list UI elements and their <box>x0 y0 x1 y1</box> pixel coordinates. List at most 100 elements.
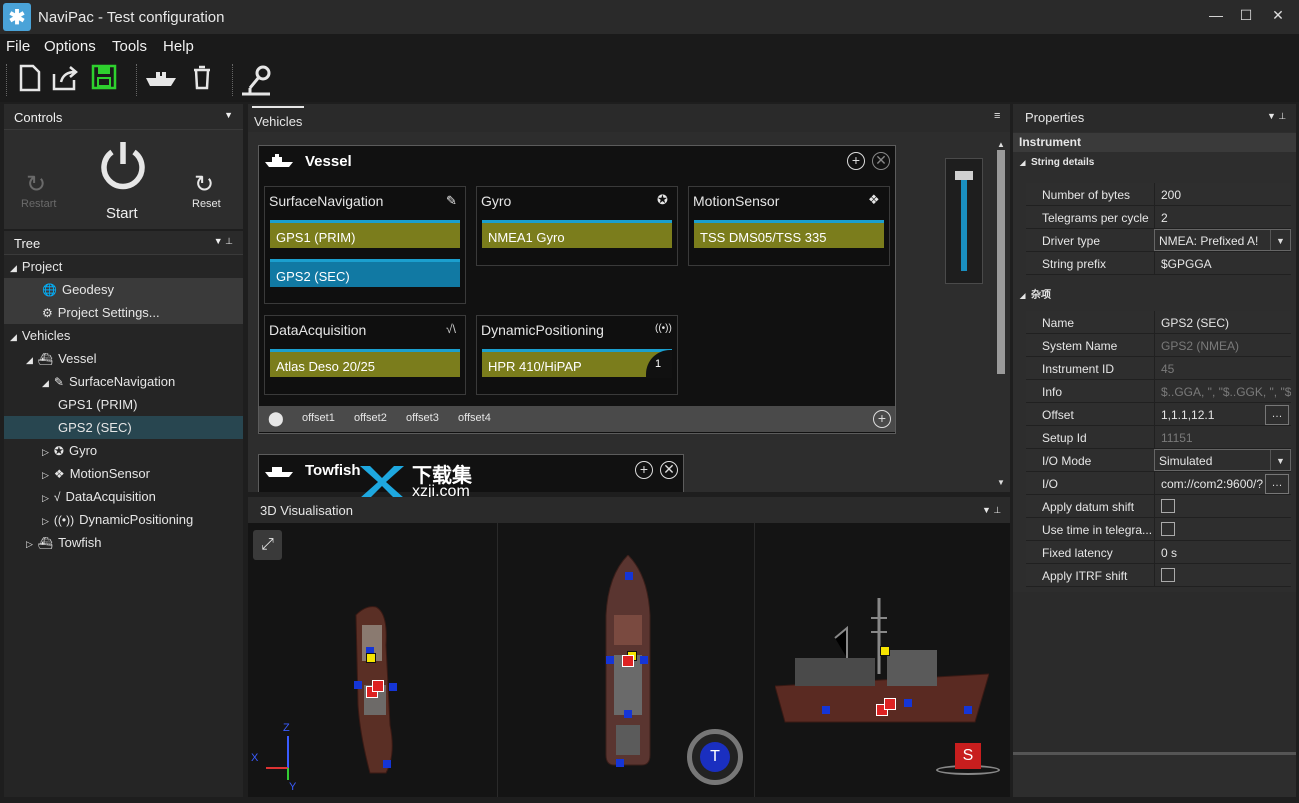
instrument-hpr[interactable]: HPR 410/HiPAP <box>482 349 672 377</box>
ship-marker-label[interactable]: S <box>955 743 981 769</box>
reset-icon[interactable]: ↻ <box>194 170 214 199</box>
tree-item[interactable]: ◢ Vehicles <box>4 324 243 347</box>
close-button[interactable]: ✕ <box>1268 7 1288 27</box>
property-value[interactable]: com://com2:9600/?… <box>1154 472 1291 494</box>
menu-icon[interactable]: ≡ <box>994 110 1000 122</box>
menu-bar <box>0 34 1299 58</box>
property-value-text: Simulated <box>1159 454 1213 468</box>
checkbox[interactable] <box>1161 499 1175 513</box>
property-value-text: 1,1.1,12.1 <box>1161 408 1215 422</box>
reset-button[interactable]: Reset <box>192 198 221 210</box>
tree-item[interactable]: GPS1 (PRIM) <box>4 393 243 416</box>
chevron-down-icon[interactable]: ▼ <box>224 110 233 120</box>
subsection-string-details[interactable]: ◢ String details <box>1020 157 1094 168</box>
remove-vehicle-button[interactable]: ✕ <box>660 461 678 479</box>
delete-icon[interactable] <box>186 64 218 96</box>
property-value[interactable]: $GPGGA <box>1154 252 1291 274</box>
offset-2[interactable]: offset2 <box>354 412 387 424</box>
open-file-icon[interactable] <box>50 64 82 96</box>
tree-item[interactable]: ⚙ Project Settings... <box>4 301 243 324</box>
tree-item[interactable]: ▷ √ DataAcquisition <box>4 485 243 508</box>
property-value[interactable]: 2 <box>1154 206 1291 228</box>
probe-icon[interactable] <box>240 64 272 96</box>
tree-item[interactable]: ◢ ⛴ Vessel <box>4 347 243 370</box>
tree-item[interactable]: ▷ ⛴ Towfish <box>4 531 243 554</box>
tree-item[interactable]: ▷ ❖ MotionSensor <box>4 462 243 485</box>
expanded-arrow-icon[interactable]: ◢ <box>26 355 33 365</box>
menu-file[interactable]: File <box>6 38 30 55</box>
checkbox[interactable] <box>1161 522 1175 536</box>
browse-button[interactable]: … <box>1265 405 1289 425</box>
property-value[interactable]: Simulated ▼ <box>1154 449 1291 471</box>
save-icon[interactable] <box>88 64 120 96</box>
tree-node-icon: ⚙ <box>42 306 53 320</box>
start-button[interactable]: Start <box>106 205 138 222</box>
expanded-arrow-icon[interactable]: ◢ <box>10 263 17 273</box>
collapsed-arrow-icon[interactable]: ▷ <box>42 447 49 457</box>
menu-tools[interactable]: Tools <box>112 38 147 55</box>
property-name: String prefix <box>1026 252 1154 274</box>
add-vehicle-icon[interactable] <box>144 64 176 96</box>
offset-1[interactable]: offset1 <box>302 412 335 424</box>
property-value[interactable]: NMEA: Prefixed A! ▼ <box>1154 229 1291 251</box>
power-icon[interactable] <box>98 140 148 195</box>
subsection-misc[interactable]: ◢ 杂项 <box>1020 286 1051 301</box>
property-value[interactable] <box>1154 495 1291 517</box>
menu-help[interactable]: Help <box>163 38 194 55</box>
tree-item[interactable]: GPS2 (SEC) <box>4 416 243 439</box>
checkbox[interactable] <box>1161 568 1175 582</box>
tree-item[interactable]: 🌐 Geodesy <box>4 278 243 301</box>
tree-item[interactable]: ◢ ✎ SurfaceNavigation <box>4 370 243 393</box>
browse-button[interactable]: … <box>1265 474 1289 494</box>
tree-item[interactable]: ◢ Project <box>4 255 243 278</box>
collapsed-arrow-icon[interactable]: ▷ <box>42 470 49 480</box>
collapsed-arrow-icon[interactable]: ▷ <box>26 539 33 549</box>
property-value[interactable] <box>1154 518 1291 540</box>
property-value[interactable]: GPS2 (SEC) <box>1154 311 1291 333</box>
minimize-button[interactable]: — <box>1206 7 1226 27</box>
instrument-gyro[interactable]: NMEA1 Gyro <box>482 220 672 248</box>
scroll-up-icon[interactable]: ▲ <box>997 140 1005 149</box>
expanded-arrow-icon[interactable]: ◢ <box>42 378 49 388</box>
add-offset-button[interactable]: + <box>873 410 891 428</box>
property-value[interactable]: 200 <box>1154 183 1291 205</box>
tree-item[interactable]: ▷ ✪ Gyro <box>4 439 243 462</box>
dropdown-arrow-icon[interactable]: ▼ <box>1270 230 1290 250</box>
pin-icon[interactable]: ▼ ⊥ <box>214 236 233 247</box>
property-value[interactable]: 1,1.1,12.1 … <box>1154 403 1291 425</box>
instrument-motionsensor[interactable]: TSS DMS05/TSS 335 <box>694 220 884 248</box>
add-instrument-button[interactable]: + <box>847 152 865 170</box>
restart-icon[interactable]: ↻ <box>26 170 46 199</box>
instrument-gps1[interactable]: GPS1 (PRIM) <box>270 220 460 248</box>
menu-options[interactable]: Options <box>44 38 96 55</box>
property-value[interactable] <box>1154 564 1291 586</box>
new-file-icon[interactable] <box>14 64 46 96</box>
pin-icon[interactable]: ▼ ⊥ <box>982 505 1001 516</box>
tree-node-icon: ⛴ <box>37 352 54 366</box>
remove-vehicle-button[interactable]: ✕ <box>872 152 890 170</box>
restart-button[interactable]: Restart <box>21 198 56 210</box>
collapsed-arrow-icon[interactable]: ▷ <box>42 493 49 503</box>
collapsed-arrow-icon[interactable]: ▷ <box>42 516 49 526</box>
scroll-down-icon[interactable]: ▼ <box>997 478 1005 487</box>
tree-item[interactable]: ▷ ((•)) DynamicPositioning <box>4 508 243 531</box>
tab-vehicles[interactable]: Vehicles <box>252 106 304 132</box>
instrument-atlas[interactable]: Atlas Deso 20/25 <box>270 349 460 377</box>
property-row: System Name GPS2 (NMEA) <box>1026 334 1291 357</box>
fullscreen-icon[interactable]: ⤢ <box>253 530 282 560</box>
zoom-slider-handle[interactable] <box>955 171 973 180</box>
splitter[interactable] <box>1013 752 1296 755</box>
property-value[interactable]: 0 s <box>1154 541 1291 563</box>
pin-icon[interactable]: ▼ ⊥ <box>1267 111 1286 122</box>
offset-4[interactable]: offset4 <box>458 412 491 424</box>
maximize-button[interactable]: ☐ <box>1236 7 1256 27</box>
offset-3[interactable]: offset3 <box>406 412 439 424</box>
instrument-gps2[interactable]: GPS2 (SEC) <box>270 259 460 287</box>
property-value-text: $..GGA, ", "$..GGK, ", "$... <box>1161 385 1291 399</box>
scroll-thumb[interactable] <box>997 150 1005 374</box>
add-instrument-button[interactable]: + <box>635 461 653 479</box>
gyro-icon: ✪ <box>657 192 668 207</box>
expanded-arrow-icon[interactable]: ◢ <box>10 332 17 342</box>
dropdown-arrow-icon[interactable]: ▼ <box>1270 450 1290 470</box>
towfish-title: Towfish <box>305 462 361 479</box>
